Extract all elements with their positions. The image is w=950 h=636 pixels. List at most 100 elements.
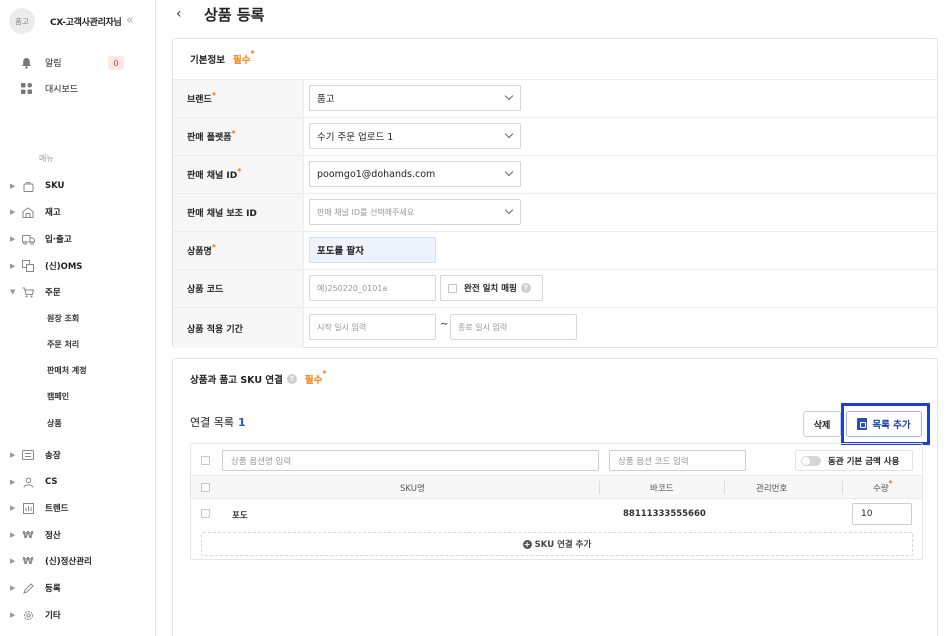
channel-id-select[interactable]: poomgo1@dohands.com <box>309 161 521 187</box>
sidebar-subitem-products[interactable]: 상품 <box>47 418 62 429</box>
product-name-label: 상품명 * <box>173 232 304 269</box>
sidebar-item-oms[interactable]: ▶ (신)OMS <box>10 258 82 274</box>
link-list-label: 연결 목록 1 <box>190 414 246 430</box>
sidebar-item-dashboard[interactable]: 대시보드 <box>19 82 78 95</box>
pencil-icon <box>20 582 36 594</box>
add-sku-link-button[interactable]: + SKU 연결 추가 <box>201 532 913 556</box>
invoice-icon <box>20 449 36 461</box>
chevron-right-icon: ▶ <box>10 262 16 270</box>
default-price-toggle[interactable]: 동관 기본 금액 사용 <box>795 450 913 471</box>
checkbox[interactable] <box>448 283 457 293</box>
sidebar-subitem-order-process[interactable]: 주문 처리 <box>47 339 79 350</box>
org-name: CX-고객사관리자님 <box>50 17 122 28</box>
sidebar-subitem-campaign[interactable]: 캠페인 <box>47 391 69 402</box>
select-all-checkbox[interactable] <box>201 483 210 492</box>
chevron-right-icon: ▶ <box>10 478 16 486</box>
sidebar-item-label: 재고 <box>45 208 61 218</box>
field-label: 판매 채널 ID <box>187 171 238 181</box>
sidebar-item-register[interactable]: ▶ 등록 <box>10 580 61 596</box>
platform-select[interactable]: 수기 주문 업로드 1 <box>309 123 521 149</box>
oms-icon <box>20 260 36 272</box>
bag-icon <box>20 180 36 192</box>
table-row: 포도 88111333555660 10 <box>191 499 922 529</box>
exact-match-label: 완전 일치 매핑 <box>464 284 517 294</box>
column-barcode: 바코드 <box>650 484 674 494</box>
double-chevron-left-icon[interactable]: « <box>126 14 134 27</box>
delete-button[interactable]: 삭제 <box>803 411 841 437</box>
product-name-input[interactable]: 포도를 팔자 <box>309 237 436 263</box>
brand-select[interactable]: 품고 <box>309 85 521 111</box>
help-icon[interactable]: ? <box>286 374 297 384</box>
sidebar-subitem-seller-account[interactable]: 판매처 계정 <box>47 365 87 376</box>
sidebar-item-invoice[interactable]: ▶ 송장 <box>10 447 61 463</box>
chevron-down-icon <box>504 91 514 101</box>
chevron-down-icon <box>504 129 514 139</box>
chevron-right-icon: ▶ <box>10 451 16 459</box>
column-divider <box>724 481 725 494</box>
profile[interactable]: 품고 CX-고객사관리자님 <box>9 8 122 34</box>
select-value: 품고 <box>317 94 335 105</box>
won-icon: ₩ <box>22 555 34 567</box>
filter-row-checkbox[interactable] <box>201 456 210 465</box>
sidebar-item-etc[interactable]: ▶ 기타 <box>10 607 61 623</box>
sku-link-header: 상품과 품고 SKU 연결 ? 필수* <box>190 369 327 386</box>
menu-heading: 메뉴 <box>39 154 54 163</box>
column-sku-name: SKU명 <box>400 484 425 494</box>
basic-info-card: 기본정보 필수* 브랜드 * 품고 판매 플랫폼 * 수기 주문 업로드 1 판매 … <box>172 38 938 348</box>
document-add-icon <box>857 418 868 430</box>
chevron-right-icon: ▶ <box>10 235 16 243</box>
sidebar-item-label: 등록 <box>45 584 61 594</box>
sidebar-subitem-ledger[interactable]: 원장 조회 <box>47 313 79 324</box>
sidebar-item-new-settlement[interactable]: ▶ ₩ (신)정산관리 <box>10 553 92 569</box>
chevron-down-icon <box>504 205 514 215</box>
option-name-input[interactable]: 상품 옵션명 입력 <box>222 450 599 471</box>
sidebar-item-label: 입·출고 <box>45 235 72 245</box>
sidebar-item-label: CS <box>45 477 58 487</box>
sidebar-item-trend[interactable]: ▶ 트렌드 <box>10 500 68 516</box>
sidebar-item-cs[interactable]: ▶ CS <box>10 474 58 490</box>
help-icon[interactable]: ? <box>520 283 531 293</box>
required-tag-text: 필수 <box>232 55 251 66</box>
plus-circle-icon: + <box>522 539 532 549</box>
quantity-input[interactable]: 10 <box>852 503 912 525</box>
exact-match-checkbox[interactable]: 완전 일치 매핑 ? <box>440 275 543 301</box>
required-tag: 필수* <box>305 369 327 386</box>
sidebar-item-settlement[interactable]: ▶ ₩ 정산 <box>10 527 61 543</box>
select-placeholder: 판매 채널 ID를 선택해주세요 <box>317 207 415 217</box>
brand-label: 브랜드 * <box>173 80 304 117</box>
warehouse-icon <box>20 206 36 218</box>
form-row-channel-id: 판매 채널 ID * poomgo1@dohands.com <box>173 155 937 193</box>
chevron-right-icon: ▶ <box>10 504 16 512</box>
list-label-text: 연결 목록 <box>190 416 234 429</box>
add-list-button[interactable]: 목록 추가 <box>846 411 922 437</box>
option-code-input[interactable]: 상품 옵션 코드 입력 <box>609 450 746 471</box>
period-start-input[interactable]: 시작 일시 입력 <box>309 314 436 340</box>
sidebar: 품고 CX-고객사관리자님 « 알림 0 대시보드 메뉴 ▶ SKU ▶ 재고 … <box>0 0 156 636</box>
column-quantity: 수량* <box>873 479 893 494</box>
sidebar-item-alerts[interactable]: 알림 <box>19 56 62 69</box>
form-row-channel-sub-id: 판매 채널 보조 ID 판매 채널 ID를 선택해주세요 <box>173 193 937 231</box>
chevron-right-icon: ▶ <box>10 182 16 190</box>
cart-icon <box>20 286 36 298</box>
required-tag: 필수* <box>232 49 255 66</box>
field-label: 브랜드 <box>187 95 212 105</box>
sidebar-item-orders[interactable]: ▼ 주문 <box>10 284 61 300</box>
chevron-down-icon: ▼ <box>10 288 16 296</box>
toggle-label: 동관 기본 금액 사용 <box>828 456 900 467</box>
page-title: 상품 등록 <box>204 6 265 24</box>
toggle-switch[interactable] <box>801 455 821 466</box>
period-end-input[interactable]: 종료 일시 입력 <box>450 314 577 340</box>
required-mark: * <box>231 129 236 138</box>
cell-sku-name: 포도 <box>232 511 248 521</box>
sidebar-item-sku[interactable]: ▶ SKU <box>10 178 64 194</box>
chevron-left-icon[interactable]: ‹ <box>176 6 182 22</box>
required-mark: * <box>322 369 327 378</box>
row-checkbox[interactable] <box>201 509 210 518</box>
product-code-input[interactable]: 예)250220_0101a <box>309 275 436 301</box>
sidebar-item-inout[interactable]: ▶ 입·출고 <box>10 231 72 247</box>
chevron-down-icon <box>504 167 514 177</box>
sidebar-item-inventory[interactable]: ▶ 재고 <box>10 204 61 220</box>
column-quantity-text: 수량 <box>873 484 889 494</box>
channel-sub-id-select[interactable]: 판매 채널 ID를 선택해주세요 <box>309 199 521 225</box>
platform-label: 판매 플랫폼 * <box>173 118 304 155</box>
